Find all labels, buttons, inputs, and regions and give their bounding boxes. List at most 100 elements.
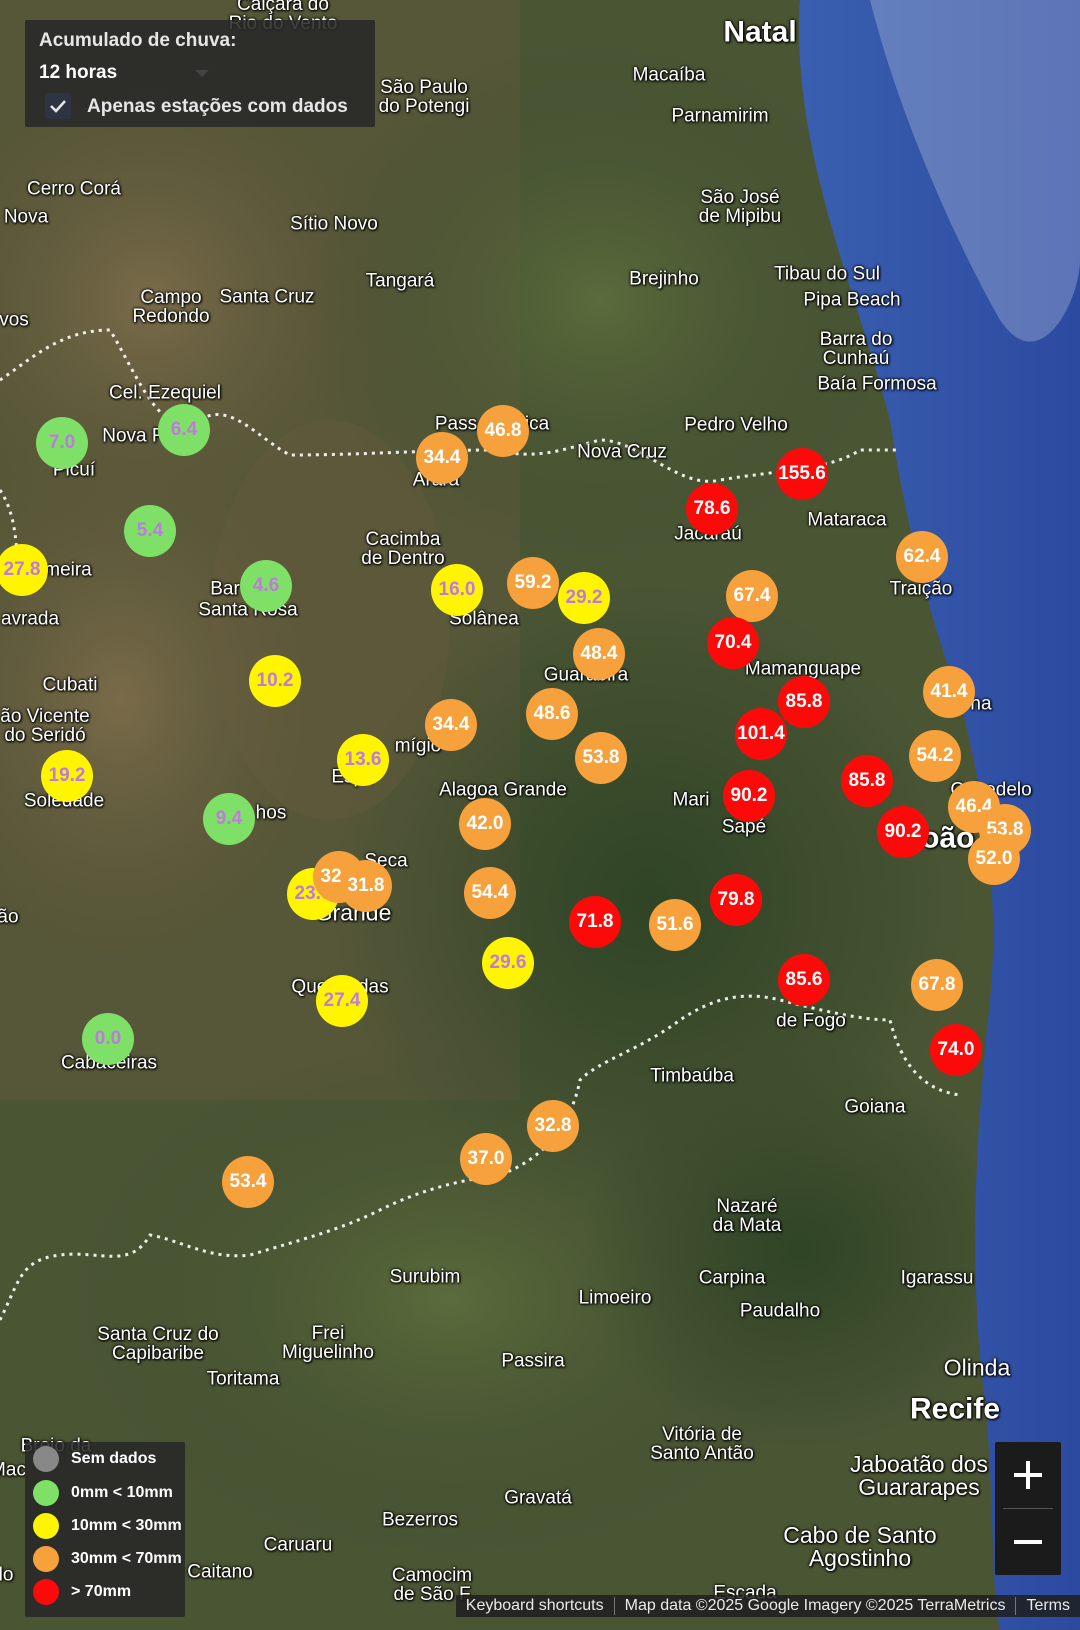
place-label: Alagoa Grande [439, 779, 567, 801]
place-label: Tibau do Sul [774, 263, 880, 285]
station-marker[interactable]: 85.6 [778, 954, 830, 1006]
place-label: Campo Redondo [132, 287, 210, 327]
station-marker[interactable]: 37.0 [460, 1133, 512, 1185]
place-label: Bar [210, 578, 240, 600]
place-label: Gravatá [504, 1487, 572, 1509]
check-icon [50, 100, 66, 113]
station-marker[interactable]: 155.6 [776, 448, 828, 500]
station-marker[interactable]: 90.2 [877, 806, 929, 858]
legend-label: > 70mm [71, 1583, 132, 1600]
station-marker[interactable]: 10.2 [249, 655, 301, 707]
place-label: Frei Miguelinho [282, 1323, 374, 1363]
station-marker[interactable]: 5.4 [124, 505, 176, 557]
legend-label: 0mm < 10mm [71, 1484, 173, 1501]
place-label: Jaboatão dos Guararapes [849, 1451, 989, 1500]
station-marker[interactable]: 6.4 [158, 404, 210, 456]
place-label: Baía Formosa [817, 373, 937, 395]
place-label: Mari [672, 789, 710, 811]
place-label: lo [0, 1564, 14, 1586]
place-label: Bezerros [381, 1509, 459, 1531]
legend-item: Sem dados [33, 1444, 156, 1474]
rain-control-panel: Acumulado de chuva: 12 horas Apenas esta… [25, 20, 375, 127]
station-marker[interactable]: 53.8 [575, 732, 627, 784]
station-marker[interactable]: 42.0 [459, 798, 511, 850]
station-marker[interactable]: 71.8 [569, 896, 621, 948]
station-marker[interactable]: 29.2 [558, 572, 610, 624]
station-marker[interactable]: 70.4 [707, 617, 759, 669]
place-label: Cel. Ezequiel [109, 382, 221, 404]
keyboard-shortcuts-link[interactable]: Keyboard shortcuts [456, 1597, 614, 1615]
station-marker[interactable]: 4.6 [240, 560, 292, 612]
place-label: Caruaru [263, 1534, 333, 1556]
legend-swatch [33, 1480, 59, 1506]
zoom-in-button[interactable] [995, 1442, 1061, 1508]
station-marker[interactable]: 62.4 [896, 531, 948, 583]
plus-icon [1014, 1461, 1042, 1489]
map-data-text: Map data ©2025 Google Imagery ©2025 Terr… [613, 1597, 1016, 1615]
legend-item: > 70mm [33, 1577, 131, 1607]
station-marker[interactable]: 48.6 [526, 688, 578, 740]
station-marker[interactable]: 7.0 [36, 417, 88, 469]
station-marker[interactable]: 54.4 [464, 867, 516, 919]
satellite-map[interactable]: Caiçara do Rio do VentoNatalMacaíbaSão P… [0, 0, 1080, 1630]
station-marker[interactable]: 54.2 [909, 730, 961, 782]
station-marker[interactable]: 85.8 [841, 755, 893, 807]
station-marker[interactable]: 9.4 [203, 793, 255, 845]
station-marker[interactable]: 27.4 [316, 975, 368, 1027]
only-with-data-checkbox[interactable] [45, 93, 71, 119]
place-label: vos [0, 309, 29, 331]
place-label: Surubim [389, 1266, 461, 1288]
place-label: ão [0, 906, 19, 928]
station-marker[interactable]: 67.8 [911, 959, 963, 1011]
place-label: Limoeiro [578, 1287, 652, 1309]
period-select[interactable]: 12 horas [39, 62, 209, 84]
station-marker[interactable]: 48.4 [573, 628, 625, 680]
station-marker[interactable]: 13.6 [337, 734, 389, 786]
place-label: Carpina [698, 1267, 766, 1289]
place-label: hos [255, 802, 287, 824]
station-marker[interactable]: 32.8 [527, 1100, 579, 1152]
place-label: Pass [434, 413, 478, 435]
station-marker[interactable]: 59.2 [507, 557, 559, 609]
place-label: São José de Mipibu [698, 187, 782, 227]
station-marker[interactable]: 101.4 [735, 708, 787, 760]
station-marker[interactable]: 51.6 [649, 899, 701, 951]
station-marker[interactable]: 34.4 [416, 432, 468, 484]
station-marker[interactable]: 29.6 [482, 937, 534, 989]
station-marker[interactable]: 41.4 [923, 666, 975, 718]
chevron-down-icon[interactable] [195, 70, 209, 77]
terms-link[interactable]: Terms [1015, 1597, 1080, 1615]
place-label: de Fogo [776, 1010, 846, 1032]
station-marker[interactable]: 19.2 [41, 750, 93, 802]
place-label: ão Vicente do Seridó [0, 706, 90, 746]
zoom-out-button[interactable] [995, 1509, 1061, 1575]
place-label: Barra do Cunhaú [819, 329, 893, 369]
station-marker[interactable]: 74.0 [930, 1024, 982, 1076]
station-marker[interactable]: 79.8 [710, 874, 762, 926]
only-with-data-label[interactable]: Apenas estações com dados [87, 96, 348, 118]
station-marker[interactable]: 31.8 [340, 860, 392, 912]
place-label: Caitano [187, 1561, 253, 1583]
station-marker[interactable]: 67.4 [726, 570, 778, 622]
legend-swatch [33, 1446, 59, 1472]
station-marker[interactable]: 53.4 [222, 1156, 274, 1208]
station-marker[interactable]: 78.6 [686, 483, 738, 535]
station-marker[interactable]: 34.4 [425, 699, 477, 751]
legend-swatch [33, 1513, 59, 1539]
place-label: Passira [501, 1350, 565, 1372]
legend-item: 0mm < 10mm [33, 1478, 173, 1508]
place-label: Cacimba de Dentro [361, 529, 445, 569]
place-label: Sítio Novo [290, 213, 378, 235]
station-marker[interactable]: 90.2 [723, 770, 775, 822]
place-label: Nazaré da Mata [712, 1196, 782, 1236]
station-marker[interactable]: 46.8 [477, 405, 529, 457]
station-marker[interactable]: 16.0 [431, 564, 483, 616]
place-label: Olinda [943, 1354, 1011, 1381]
place-label: Cabo de Santo Agostinho [783, 1522, 937, 1571]
station-marker[interactable]: 85.8 [778, 676, 830, 728]
place-label: Toritama [206, 1368, 280, 1390]
place-label: Brejinho [629, 268, 699, 290]
rain-legend: Sem dados 0mm < 10mm 10mm < 30mm 30mm < … [25, 1442, 185, 1617]
station-marker[interactable]: 52.0 [968, 833, 1020, 885]
station-marker[interactable]: 0.0 [82, 1013, 134, 1065]
